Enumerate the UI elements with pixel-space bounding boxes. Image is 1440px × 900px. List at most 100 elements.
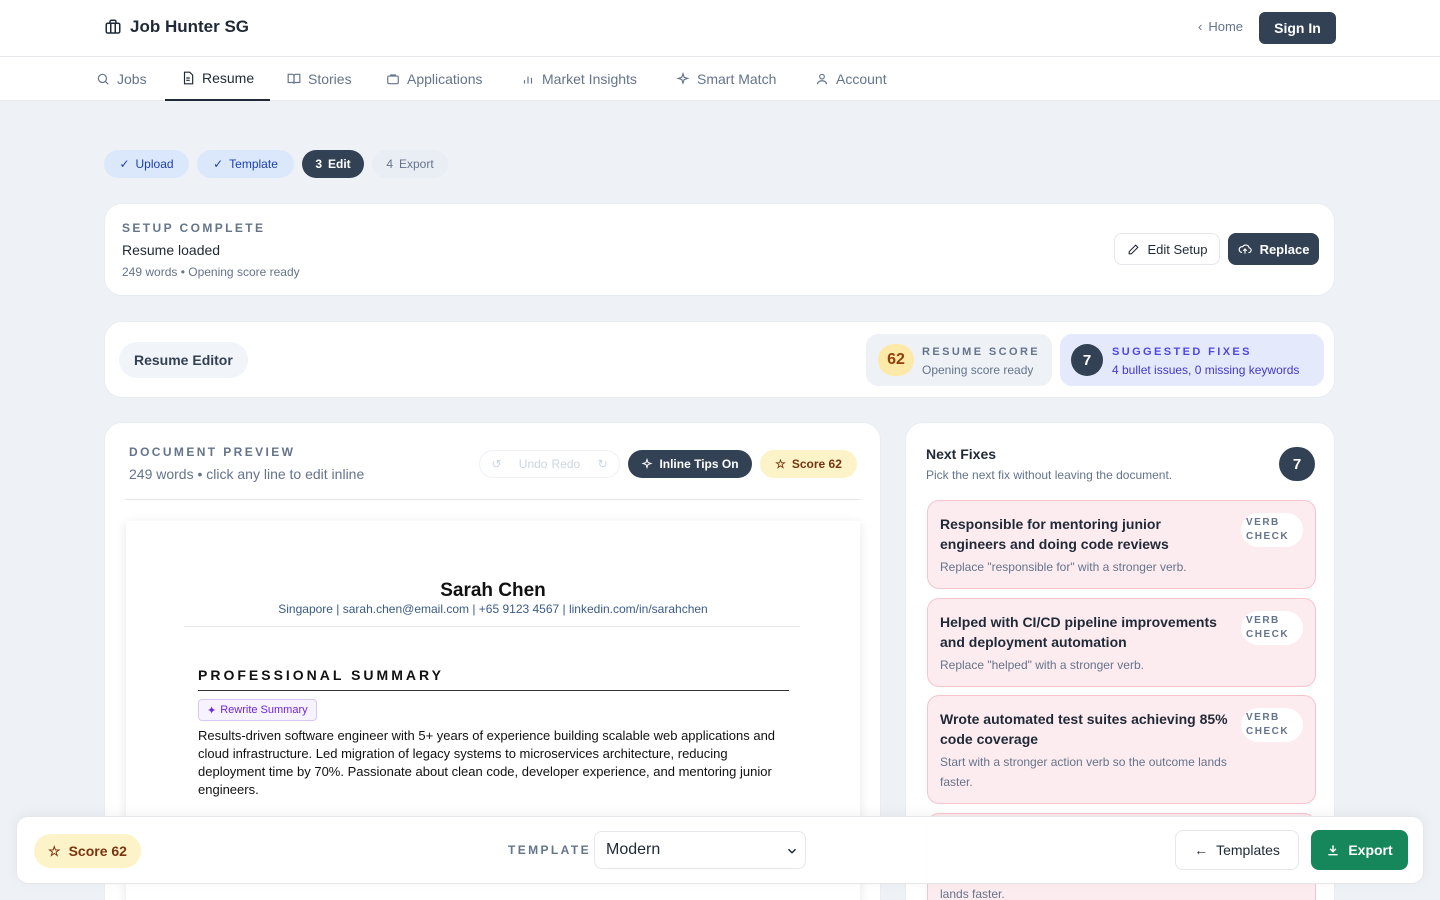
divider bbox=[125, 499, 861, 500]
undo-button[interactable]: ↺ Undo bbox=[480, 451, 550, 477]
tab-label: Smart Match bbox=[697, 71, 777, 87]
suggested-fixes-count: 7 bbox=[1071, 344, 1103, 376]
resume-contact[interactable]: Singapore | sarah.chen@email.com | +65 9… bbox=[126, 602, 860, 616]
resume-score-eyebrow: RESUME SCORE bbox=[922, 346, 1041, 358]
user-icon bbox=[816, 73, 828, 85]
fix-card[interactable]: Responsible for mentoring junior enginee… bbox=[927, 500, 1316, 589]
score-chip[interactable]: ☆ Score 62 bbox=[760, 450, 857, 478]
sign-in-button[interactable]: Sign In bbox=[1259, 12, 1336, 44]
redo-button[interactable]: Redo ↻ bbox=[550, 451, 620, 477]
replace-label: Replace bbox=[1259, 241, 1310, 257]
fix-desc: Replace "helped" with a stronger verb. bbox=[940, 658, 1144, 672]
verb-check-badge: VERB CHECK bbox=[1241, 708, 1303, 742]
home-link[interactable]: ‹ Home bbox=[1198, 19, 1243, 34]
chevron-left-icon: ‹ bbox=[1198, 19, 1203, 34]
bar-chart-icon bbox=[523, 76, 533, 84]
resume-divider bbox=[184, 626, 800, 627]
resume-name[interactable]: Sarah Chen bbox=[126, 580, 860, 602]
rewrite-summary-label: Rewrite Summary bbox=[220, 704, 308, 716]
verb-check-badge: VERB CHECK bbox=[1241, 611, 1303, 645]
step-label: Export bbox=[399, 157, 434, 171]
upload-cloud-icon bbox=[1238, 244, 1252, 254]
setup-meta: 249 words • Opening score ready bbox=[122, 265, 300, 279]
check-icon: ✓ bbox=[119, 157, 130, 171]
book-icon bbox=[287, 73, 301, 84]
tab-label: Applications bbox=[407, 71, 483, 87]
verb-check-badge: VERB CHECK bbox=[1241, 513, 1303, 547]
bottom-action-bar: ☆ Score 62 TEMPLATE Modern ← Templates E… bbox=[16, 816, 1424, 884]
templates-label: Templates bbox=[1216, 842, 1280, 858]
undo-redo-group: ↺ Undo Redo ↻ bbox=[479, 450, 620, 478]
edit-setup-button[interactable]: Edit Setup bbox=[1114, 233, 1220, 265]
rewrite-summary-button[interactable]: ✦ Rewrite Summary bbox=[198, 699, 317, 721]
tab-label: Market Insights bbox=[542, 71, 637, 87]
briefcase-icon bbox=[387, 74, 399, 85]
step-template[interactable]: ✓ Template bbox=[197, 150, 294, 178]
editor-bar: Resume Editor 62 RESUME SCORE Opening sc… bbox=[104, 321, 1335, 398]
tab-label: Stories bbox=[308, 71, 352, 87]
sparkle-icon bbox=[641, 458, 654, 470]
resume-score-sub: Opening score ready bbox=[922, 363, 1034, 377]
fix-desc: Replace "responsible for" with a stronge… bbox=[940, 560, 1187, 574]
fix-card[interactable]: Helped with CI/CD pipeline improvements … bbox=[927, 598, 1316, 687]
tab-smart-match[interactable]: Smart Match bbox=[676, 57, 776, 101]
brand-title: Job Hunter SG bbox=[130, 17, 250, 36]
tab-account[interactable]: Account bbox=[815, 57, 887, 101]
preview-sub: 249 words • click any line to edit inlin… bbox=[129, 466, 365, 482]
pencil-icon bbox=[1128, 243, 1139, 254]
fix-title: Wrote automated test suites achieving 85… bbox=[940, 711, 1228, 747]
undo-icon: ↺ bbox=[491, 457, 502, 471]
star-icon: ☆ bbox=[48, 842, 61, 859]
templates-button[interactable]: ← Templates bbox=[1175, 830, 1299, 870]
suggested-fixes-box[interactable]: 7 SUGGESTED FIXES 4 bullet issues, 0 mis… bbox=[1060, 334, 1324, 386]
redo-label: Redo bbox=[551, 457, 581, 471]
redo-icon: ↻ bbox=[597, 457, 608, 471]
suggested-fixes-sub: 4 bullet issues, 0 missing keywords bbox=[1112, 363, 1300, 377]
score-chip-label: Score 62 bbox=[791, 457, 842, 471]
tab-resume[interactable]: Resume bbox=[165, 57, 271, 101]
setup-status: Resume loaded bbox=[122, 242, 221, 258]
suggested-fixes-eyebrow: SUGGESTED FIXES bbox=[1112, 346, 1252, 358]
next-fixes-desc: Pick the next fix without leaving the do… bbox=[926, 468, 1173, 482]
brand[interactable]: Job Hunter SG bbox=[104, 17, 249, 37]
fix-card[interactable]: Wrote automated test suites achieving 85… bbox=[927, 695, 1316, 804]
tab-stories[interactable]: Stories bbox=[287, 57, 352, 101]
step-upload[interactable]: ✓ Upload bbox=[104, 150, 189, 178]
arrow-left-icon: ← bbox=[1194, 842, 1209, 858]
home-label: Home bbox=[1208, 19, 1244, 34]
step-label: Upload bbox=[135, 157, 174, 171]
sparkle-icon bbox=[676, 72, 690, 85]
template-label: TEMPLATE bbox=[508, 843, 591, 857]
fix-desc: lands faster. bbox=[940, 887, 1005, 900]
replace-button[interactable]: Replace bbox=[1228, 233, 1319, 265]
step-label: Edit bbox=[328, 157, 351, 171]
resume-section-title[interactable]: PROFESSIONAL SUMMARY bbox=[198, 667, 444, 683]
score-badge-label: Score 62 bbox=[68, 843, 127, 859]
main-nav: Jobs Resume Stories Applications Market … bbox=[0, 57, 1440, 101]
briefcase-icon bbox=[105, 19, 121, 34]
tab-applications[interactable]: Applications bbox=[386, 57, 483, 101]
step-edit[interactable]: 3 Edit bbox=[302, 150, 364, 178]
tab-market-insights[interactable]: Market Insights bbox=[521, 57, 637, 101]
chevron-down-icon bbox=[787, 848, 797, 854]
inline-tips-label: Inline Tips On bbox=[659, 457, 739, 471]
document-icon bbox=[183, 71, 194, 85]
step-export[interactable]: 4 Export bbox=[372, 150, 448, 178]
step-number: 4 bbox=[386, 157, 393, 171]
top-header: Job Hunter SG ‹ Home Sign In bbox=[0, 0, 1440, 57]
section-rule bbox=[198, 690, 789, 691]
export-button[interactable]: Export bbox=[1311, 830, 1408, 870]
tab-jobs[interactable]: Jobs bbox=[96, 57, 147, 101]
tab-label: Account bbox=[836, 71, 887, 87]
resume-summary[interactable]: Results-driven software engineer with 5+… bbox=[198, 727, 792, 799]
score-badge[interactable]: ☆ Score 62 bbox=[34, 834, 141, 868]
tab-label: Resume bbox=[202, 70, 255, 86]
tab-label: Jobs bbox=[117, 71, 147, 87]
search-icon bbox=[97, 73, 109, 85]
inline-tips-toggle[interactable]: Inline Tips On bbox=[628, 450, 752, 478]
fix-title: Responsible for mentoring junior enginee… bbox=[940, 516, 1169, 552]
template-select[interactable]: Modern bbox=[594, 831, 806, 869]
step-label: Template bbox=[229, 157, 278, 171]
check-icon: ✓ bbox=[213, 157, 224, 171]
resume-editor-label: Resume Editor bbox=[119, 342, 248, 378]
